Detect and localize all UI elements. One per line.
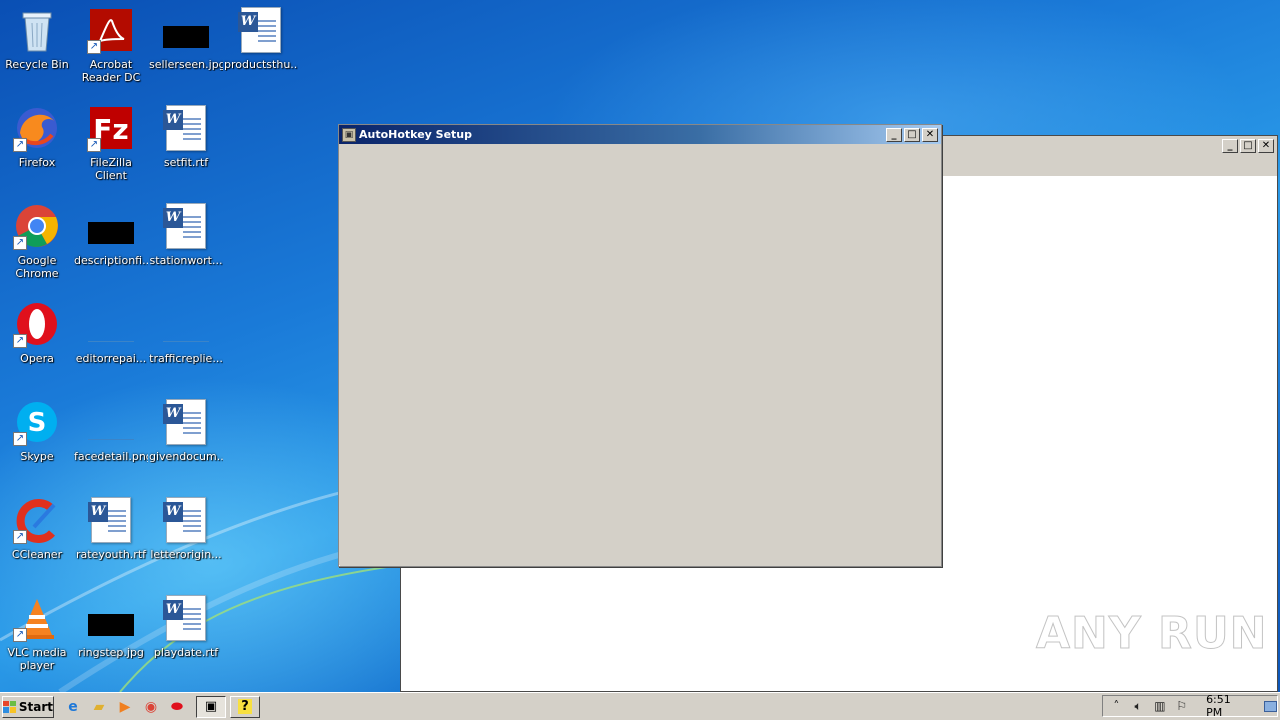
desktop-icon-sellerseen[interactable]: sellerseen.jpg [149, 6, 223, 98]
windows-logo-icon [3, 700, 16, 713]
show-desktop-button[interactable] [1263, 700, 1278, 712]
desktop-icon-acrobat-reader[interactable]: ↗ Acrobat Reader DC [74, 6, 148, 98]
desktop-icon-opera[interactable]: ↗ Opera [0, 300, 74, 392]
opera-icon: ↗ [13, 300, 61, 348]
desktop-icon-ringstep[interactable]: ringstep.jpg [74, 594, 148, 686]
acrobat-reader-icon: ↗ [87, 6, 135, 54]
vlc-icon: ↗ [13, 594, 61, 642]
start-label: Start [18, 699, 53, 714]
chrome-icon: ↗ [13, 202, 61, 250]
desktop-icon-rateyouth[interactable]: W rateyouth.rtf [74, 496, 148, 588]
word-document-icon: W [162, 398, 210, 446]
desktop-icon-firefox[interactable]: ↗ Firefox [0, 104, 74, 196]
minimize-button[interactable]: _ [1222, 139, 1238, 153]
start-button[interactable]: Start [2, 695, 54, 718]
system-tray: ˄ 🔈︎ ▥ ⚐ 6:51 PM [1102, 693, 1278, 719]
taskbar-button-help[interactable]: ? [230, 695, 260, 718]
autohotkey-setup-window[interactable]: ▣ AutoHotkey Setup _ □ ✕ [338, 124, 942, 567]
desktop-icon-givendocument[interactable]: W givendocum... [149, 398, 223, 490]
word-document-icon: W [162, 104, 210, 152]
word-document-icon: W [237, 6, 285, 54]
firefox-icon: ↗ [13, 104, 61, 152]
desktop-icon-facedetail[interactable]: facedetail.png [74, 398, 148, 490]
taskbar: Start e ▰ ▶ ◉ ⬬ ▣ ? ˄ 🔈︎ ▥ ⚐ 6:51 PM [0, 692, 1280, 720]
desktop-icon-recycle-bin[interactable]: Recycle Bin [0, 6, 74, 98]
desktop-icon-trafficreplies[interactable]: trafficreplie... [149, 300, 223, 392]
chrome-icon[interactable]: ◉ [142, 698, 160, 716]
image-file-icon [87, 594, 135, 642]
taskbar-button-autohotkey-setup[interactable]: ▣ [196, 695, 226, 718]
image-file-icon [87, 300, 135, 348]
desktop-icon-vlc[interactable]: ↗ VLC media player [0, 594, 74, 686]
desktop-icon-productsthumb[interactable]: W productsthu... [224, 6, 298, 98]
desktop-icon-skype[interactable]: S ↗ Skype [0, 398, 74, 490]
image-file-icon [87, 398, 135, 446]
desktop-icon-editorrepair[interactable]: editorrepai... [74, 300, 148, 392]
speaker-icon[interactable]: 🔈︎ [1131, 699, 1146, 714]
setup-app-icon: ▣ [204, 699, 218, 714]
quick-launch: e ▰ ▶ ◉ ⬬ [64, 698, 186, 716]
word-document-icon: W [162, 496, 210, 544]
close-button[interactable]: ✕ [1258, 139, 1274, 153]
desktop-icon-google-chrome[interactable]: ↗ Google Chrome [0, 202, 74, 294]
image-file-icon [162, 300, 210, 348]
help-icon: ? [238, 699, 252, 714]
autohotkey-setup-titlebar[interactable]: ▣ AutoHotkey Setup _ □ ✕ [339, 125, 941, 144]
setup-window-content [339, 144, 941, 565]
word-document-icon: W [162, 594, 210, 642]
desktop-icon-playdate[interactable]: W playdate.rtf [149, 594, 223, 686]
desktop-icon-stationwort[interactable]: W stationwort... [149, 202, 223, 294]
minimize-button[interactable]: _ [886, 127, 902, 142]
clock[interactable]: 6:51 PM [1206, 693, 1247, 719]
file-explorer-icon[interactable]: ▰ [90, 698, 108, 716]
image-file-icon [87, 202, 135, 250]
window-title: AutoHotkey Setup [359, 128, 473, 141]
svg-text:S: S [28, 408, 47, 438]
anyrun-watermark: ANY RUN [1036, 608, 1268, 660]
word-document-icon: W [87, 496, 135, 544]
network-icon[interactable]: ▥ [1153, 699, 1168, 713]
desktop-icon-ccleaner[interactable]: ↗ CCleaner [0, 496, 74, 588]
media-player-icon[interactable]: ▶ [116, 698, 134, 716]
desktop-icon-filezilla[interactable]: Fz ↗ FileZilla Client [74, 104, 148, 196]
maximize-button[interactable]: □ [1240, 139, 1256, 153]
desktop-icon-letterorigin[interactable]: W letterorigin... [149, 496, 223, 588]
opera-icon[interactable]: ⬬ [168, 698, 186, 716]
image-file-icon [162, 6, 210, 54]
skype-icon: S ↗ [13, 398, 61, 446]
desktop-icon-descriptionfile[interactable]: descriptionfi... [74, 202, 148, 294]
desktop-icon-setfit[interactable]: W setfit.rtf [149, 104, 223, 196]
chevron-up-icon[interactable]: ˄ [1109, 699, 1124, 713]
setup-app-icon: ▣ [342, 127, 356, 142]
filezilla-icon: Fz ↗ [87, 104, 135, 152]
recycle-bin-icon [13, 6, 61, 54]
close-button[interactable]: ✕ [922, 127, 938, 142]
word-document-icon: W [162, 202, 210, 250]
internet-explorer-icon[interactable]: e [64, 698, 82, 716]
ccleaner-icon: ↗ [13, 496, 61, 544]
maximize-button[interactable]: □ [904, 127, 920, 142]
flag-icon[interactable]: ⚐ [1174, 699, 1189, 713]
